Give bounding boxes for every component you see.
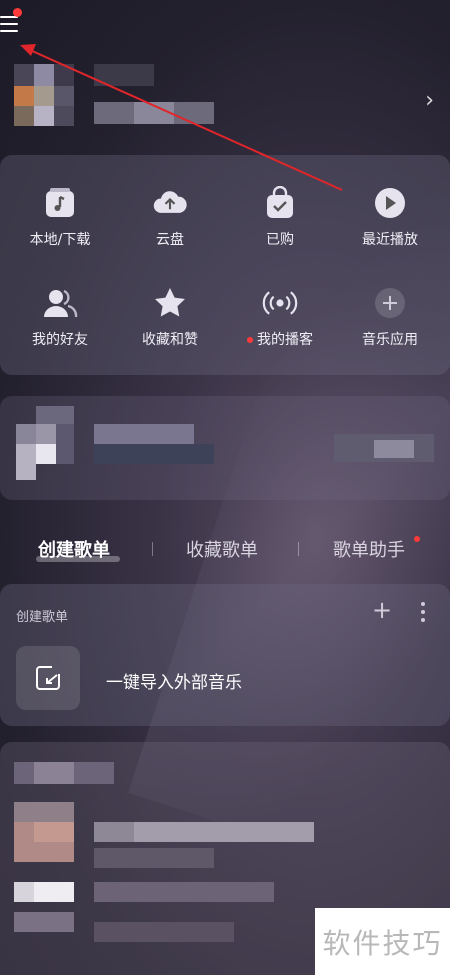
quick-item-favorites[interactable]: 收藏和赞 [120,285,220,349]
watermark-text: 软件技巧 [322,926,443,960]
avatar-pixel [34,106,54,126]
quick-item-cloud[interactable]: 云盘 [120,185,220,249]
quick-item-label: 我的好友 [32,332,88,348]
cloud-upload-icon [152,185,188,221]
list-item-pixel [94,848,214,868]
chevron-right-icon[interactable]: › [425,90,434,112]
list-item-pixel [134,822,314,842]
cover-pixel [16,444,36,480]
list-item-pixel [34,822,74,842]
quick-item-label: 云盘 [156,232,184,248]
avatar-pixel [14,106,34,126]
profile-header[interactable]: › [14,64,438,128]
cover-pixel [16,424,36,444]
avatar [14,64,34,86]
avatar-pixel [54,106,74,126]
play-circle-icon [372,185,408,221]
add-playlist-icon[interactable]: + [372,598,392,622]
username-pixel [134,102,174,124]
new-content-dot [247,337,253,343]
podcast-icon [262,285,298,321]
notification-dot [414,536,420,542]
quick-item-friends[interactable]: 我的好友 [10,285,110,349]
friends-icon [42,285,78,321]
section-title: 创建歌单 [16,610,69,625]
badge-pixel [374,440,414,458]
quick-item-label: 音乐应用 [362,332,418,348]
list-item-pixel [14,912,74,932]
avatar-pixel [54,86,74,106]
quick-item-label: 已购 [266,232,294,248]
cover-pixel [36,424,56,444]
tab-divider [298,542,299,556]
quick-item-music-apps[interactable]: 音乐应用 [340,285,440,349]
quick-item-recent-play[interactable]: 最近播放 [340,185,440,249]
cover-pixel [56,424,74,464]
local-download-icon [42,185,78,221]
list-item-pixel [14,802,74,822]
tab-collected-playlists[interactable]: 收藏歌单 [186,536,258,562]
avatar-pixel [34,64,54,86]
quick-item-label: 我的播客 [257,332,313,348]
title-pixel [94,424,194,444]
hamburger-line [0,23,18,25]
quick-item-purchased[interactable]: 已购 [230,185,330,249]
quick-item-label: 本地/下载 [29,232,91,248]
plus-circle-icon [372,285,408,321]
quick-access-card: 本地/下载 云盘 已购 最近播放 我的好友 收藏和赞 我的播客 音乐应用 [0,155,450,375]
quick-item-local-download[interactable]: 本地/下载 [10,185,110,249]
list-item-pixel [34,882,74,902]
tab-created-playlists[interactable]: 创建歌单 [38,536,110,562]
quick-item-label: 最近播放 [362,232,418,248]
more-options-icon[interactable] [420,602,426,626]
tab-playlist-assistant[interactable]: 歌单助手 [333,536,405,562]
cover-pixel [36,444,56,464]
list-item-pixel [94,882,274,902]
list-item-pixel [94,922,234,942]
star-icon [152,285,188,321]
quick-item-label: 收藏和赞 [142,332,198,348]
avatar-pixel [14,86,34,106]
menu-button[interactable] [0,8,24,36]
notification-dot [13,8,22,17]
import-external-music-label[interactable]: 一键导入外部音乐 [106,668,242,693]
recent-listening-card[interactable] [0,396,450,500]
avatar-pixel [54,64,74,86]
avatar-pixel [34,86,54,106]
playlist-tabs: 创建歌单 收藏歌单 歌单助手 [0,530,450,566]
created-playlists-card: 创建歌单 + 一键导入外部音乐 [0,584,450,726]
watermark: 软件技巧 [315,908,450,975]
list-item-pixel [34,762,74,784]
quick-item-podcast[interactable]: 我的播客 [230,285,330,349]
title-pixel [94,444,214,464]
quick-item-label-wrap: 我的播客 [230,329,330,349]
cover-pixel [36,406,74,424]
tab-divider [152,542,153,556]
hamburger-line [0,30,18,32]
import-music-icon[interactable] [16,646,80,710]
username-pixel [94,64,154,86]
shopping-bag-icon [262,185,298,221]
